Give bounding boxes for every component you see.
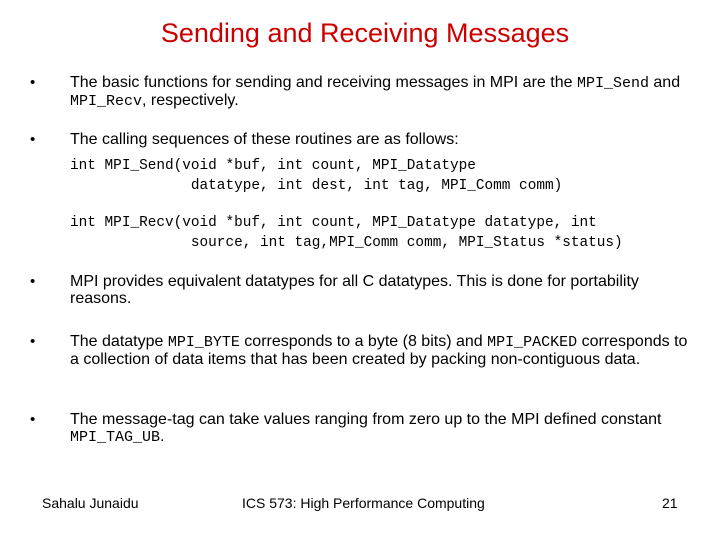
code-line: source, int tag,MPI_Comm comm, MPI_Statu… [70, 235, 623, 251]
bullet-icon: • [30, 131, 36, 148]
text-run: corresponds to a byte (8 bits) and [239, 333, 488, 350]
bullet-icon: • [30, 411, 36, 428]
code-term-mpi-packed: MPI_PACKED [487, 334, 578, 351]
bullet-icon: • [30, 333, 36, 350]
text-run: , respectively. [142, 92, 239, 109]
slide-title: Sending and Receiving Messages [160, 18, 570, 48]
bullet-4-text: The datatype MPI_BYTE corresponds to a b… [70, 333, 700, 368]
bullet-icon: • [30, 74, 36, 91]
bullet-1-text: The basic functions for sending and rece… [70, 74, 700, 110]
code-line: datatype, int dest, int tag, MPI_Comm co… [70, 178, 563, 194]
text-run: The datatype [70, 333, 168, 350]
code-line: int MPI_Recv(void *buf, int count, MPI_D… [70, 215, 597, 231]
footer-page-number: 21 [662, 495, 678, 511]
mpi-send-signature: int MPI_Send(void *buf, int count, MPI_D… [70, 156, 562, 196]
code-term-mpi-byte: MPI_BYTE [167, 334, 240, 351]
code-line: int MPI_Send(void *buf, int count, MPI_D… [70, 158, 476, 174]
bullet-5-text: The message-tag can take values ranging … [70, 411, 700, 446]
text-run: The message-tag can take values ranging … [70, 411, 662, 428]
bullet-2-text: The calling sequences of these routines … [70, 131, 459, 148]
code-term-mpi-tag-ub: MPI_TAG_UB [70, 429, 161, 446]
code-term-mpi-send: MPI_Send [576, 75, 649, 92]
text-run: . [160, 428, 165, 445]
mpi-recv-signature: int MPI_Recv(void *buf, int count, MPI_D… [70, 213, 623, 253]
footer-author: Sahalu Junaidu [42, 495, 139, 511]
text-run: and [648, 74, 681, 91]
footer-course: ICS 573: High Performance Computing [242, 495, 485, 511]
bullet-3-text: MPI provides equivalent datatypes for al… [70, 273, 639, 307]
text-run: The basic functions for sending and rece… [70, 74, 577, 91]
bullet-icon: • [30, 273, 36, 290]
code-term-mpi-recv: MPI_Recv [70, 93, 143, 110]
